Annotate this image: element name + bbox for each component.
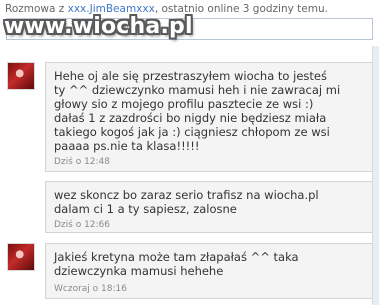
message-bubble: Hehe oj ale się przestraszyłem wiocha to… — [45, 62, 373, 172]
watermark-logo: www.wiocha.pl — [4, 14, 193, 39]
message-text: Jakieś kretyna może tam złapałaś ^^ taka… — [54, 250, 299, 278]
message-time: Wczoraj o 18:16 — [54, 284, 127, 294]
message-time: Dziś o 12:66 — [54, 220, 111, 230]
avatar[interactable] — [7, 62, 35, 90]
scrollbar[interactable] — [372, 46, 379, 305]
message-text: wez skoncz bo zaraz serio trafisz na wio… — [54, 188, 319, 216]
message-bubble: Jakieś kretyna może tam złapałaś ^^ taka… — [45, 243, 373, 299]
message-time: Dziś o 12:48 — [54, 157, 111, 167]
message-text: Hehe oj ale się przestraszyłem wiocha to… — [54, 69, 341, 153]
avatar[interactable] — [7, 243, 35, 271]
message-bubble: wez skoncz bo zaraz serio trafisz na wio… — [45, 181, 373, 233]
